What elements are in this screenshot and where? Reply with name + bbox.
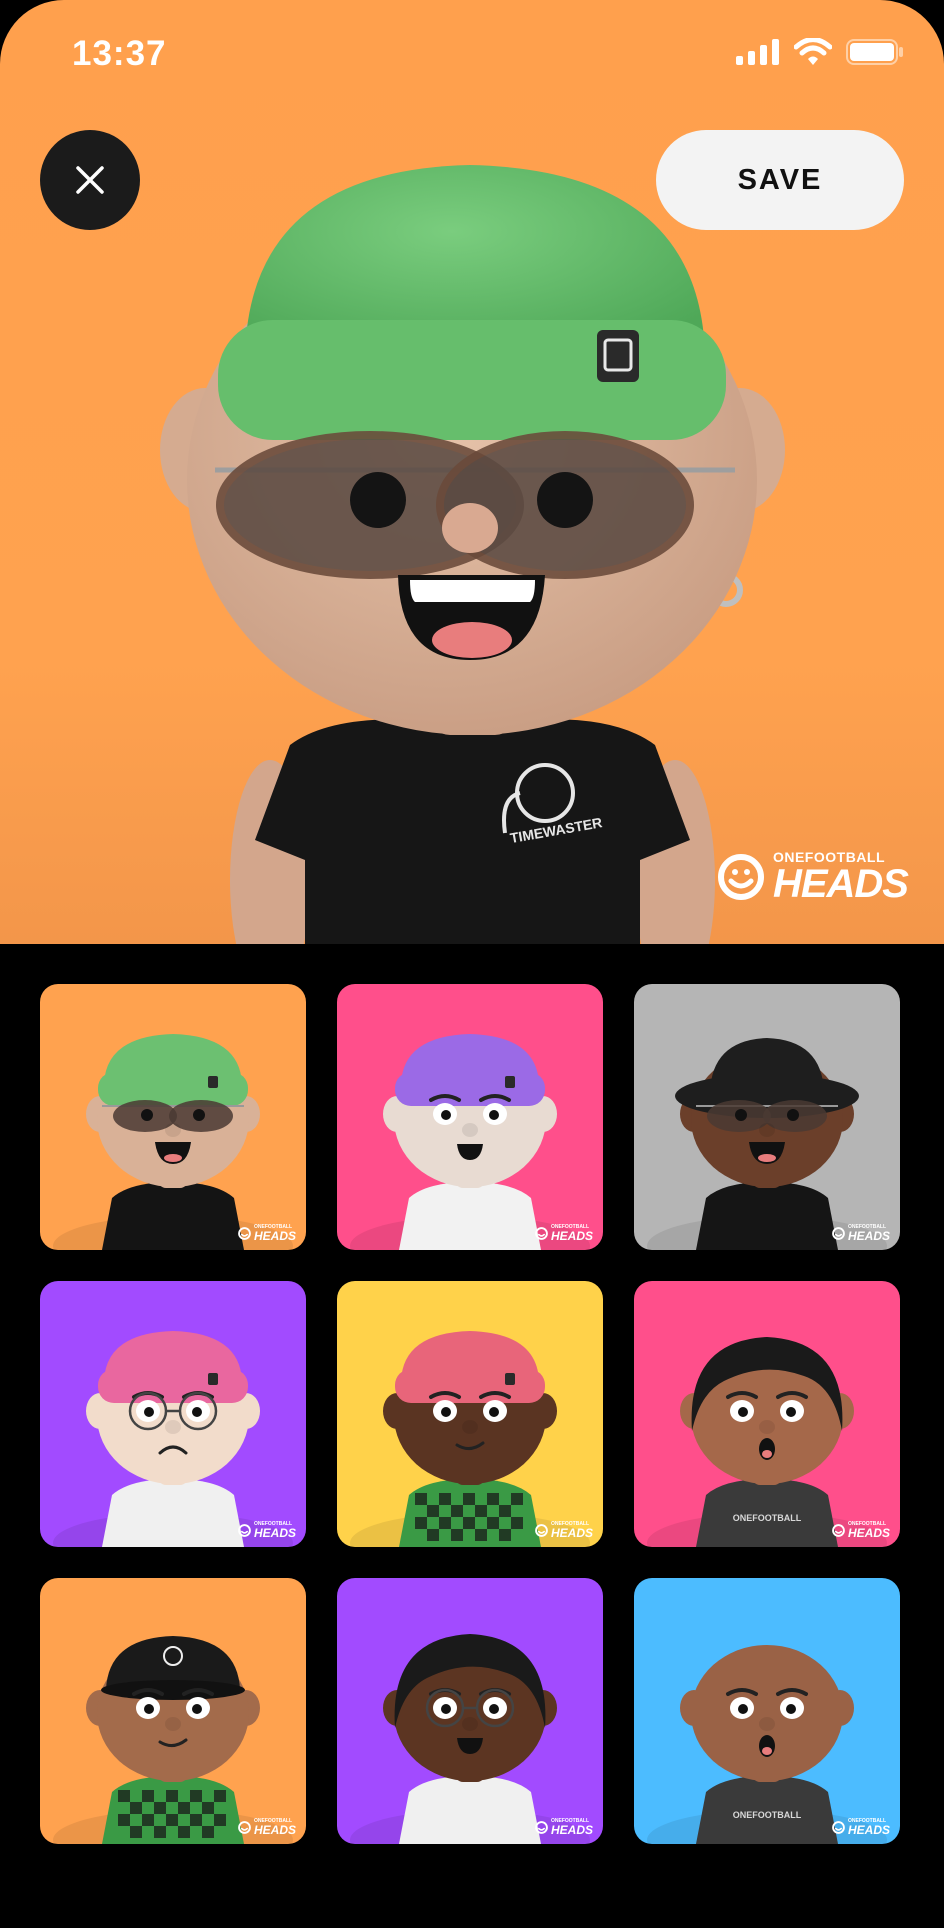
tile-heads-logo: ONEFOOTBALL HEADS [535,1225,593,1242]
tile-heads-logo: ONEFOOTBALL HEADS [832,1819,890,1836]
avatar-option-image [53,1331,293,1547]
avatar-option-tile[interactable]: ONEFOOTBALL HEADS [337,984,603,1250]
tile-watermark-big: HEADS [550,1229,593,1243]
wifi-icon [794,38,832,65]
onefootball-heads-logo: ONEFOOTBALL HEADS [717,850,909,906]
avatar-option-tile[interactable]: ONEFOOTBALL HEADS [337,1281,603,1547]
avatar-options-grid: ONEFOOTBALL HEADS ONEFOOTBALL HEADS ONEFOOTB… [40,984,900,1844]
smiley-logo-icon [535,1524,548,1537]
tile-watermark-big: HEADS [847,1526,890,1540]
tile-heads-logo: ONEFOOTBALL HEADS [238,1819,296,1836]
tile-heads-logo: ONEFOOTBALL HEADS [238,1522,296,1539]
smiley-logo-icon [832,1524,845,1537]
avatar-option-tile[interactable]: ONEFOOTBALL ONEFOOTBALL HEADS [634,1281,900,1547]
avatar-option-tile[interactable]: ONEFOOTBALL ONEFOOTBALL HEADS [634,1578,900,1844]
avatar-option-image: ONEFOOTBALL [647,1337,887,1547]
status-time: 13:37 [72,34,167,73]
tile-heads-logo: ONEFOOTBALL HEADS [238,1225,296,1242]
smiley-logo-icon [717,854,764,900]
smiley-logo-icon [832,1821,845,1834]
avatar-option-image [350,1034,590,1250]
tile-heads-logo: ONEFOOTBALL HEADS [832,1225,890,1242]
smiley-logo-icon [238,1524,251,1537]
smiley-logo-icon [238,1227,251,1240]
smiley-logo-icon [238,1821,251,1834]
tile-watermark-big: HEADS [253,1823,296,1837]
close-button[interactable] [40,130,140,230]
tile-shirt-text: ONEFOOTBALL [733,1810,802,1820]
avatar-option-image [647,1038,887,1250]
status-bar: 13:37 [0,0,944,110]
tile-watermark-big: HEADS [253,1229,296,1243]
avatar-editor-screen: TIMEWASTER 13:37 SAVE ONEFOOTBALL HEADS … [0,0,944,1928]
tile-heads-logo: ONEFOOTBALL HEADS [535,1819,593,1836]
tile-heads-logo: ONEFOOTBALL HEADS [832,1522,890,1539]
tile-watermark-big: HEADS [847,1229,890,1243]
avatar-option-image [350,1634,590,1844]
smiley-logo-icon [832,1227,845,1240]
avatar-option-image [350,1331,590,1547]
avatar-option-tile[interactable]: ONEFOOTBALL HEADS [40,1281,306,1547]
avatar-option-tile[interactable]: ONEFOOTBALL HEADS [40,984,306,1250]
signal-icon [736,39,779,65]
tile-shirt-text: ONEFOOTBALL [733,1513,802,1523]
tile-watermark-big: HEADS [550,1823,593,1837]
tile-watermark-big: HEADS [847,1823,890,1837]
tile-watermark-big: HEADS [253,1526,296,1540]
battery-icon [846,39,903,65]
close-icon [76,166,104,194]
save-button[interactable]: SAVE [656,130,904,230]
tile-heads-logo: ONEFOOTBALL HEADS [535,1522,593,1539]
avatar-option-image [53,1034,293,1250]
avatar-option-tile[interactable]: ONEFOOTBALL HEADS [337,1578,603,1844]
avatar-preview: TIMEWASTER 13:37 SAVE ONEFOOTBALL HEADS [0,0,944,944]
watermark-big-text: HEADS [772,862,909,906]
avatar-option-image: ONEFOOTBALL [647,1645,887,1844]
tile-watermark-big: HEADS [550,1526,593,1540]
smiley-logo-icon [535,1821,548,1834]
avatar-option-tile[interactable]: ONEFOOTBALL HEADS [634,984,900,1250]
avatar-option-tile[interactable]: ONEFOOTBALL HEADS [40,1578,306,1844]
status-icons [736,38,904,66]
avatar-option-image [53,1636,293,1844]
smiley-logo-icon [535,1227,548,1240]
